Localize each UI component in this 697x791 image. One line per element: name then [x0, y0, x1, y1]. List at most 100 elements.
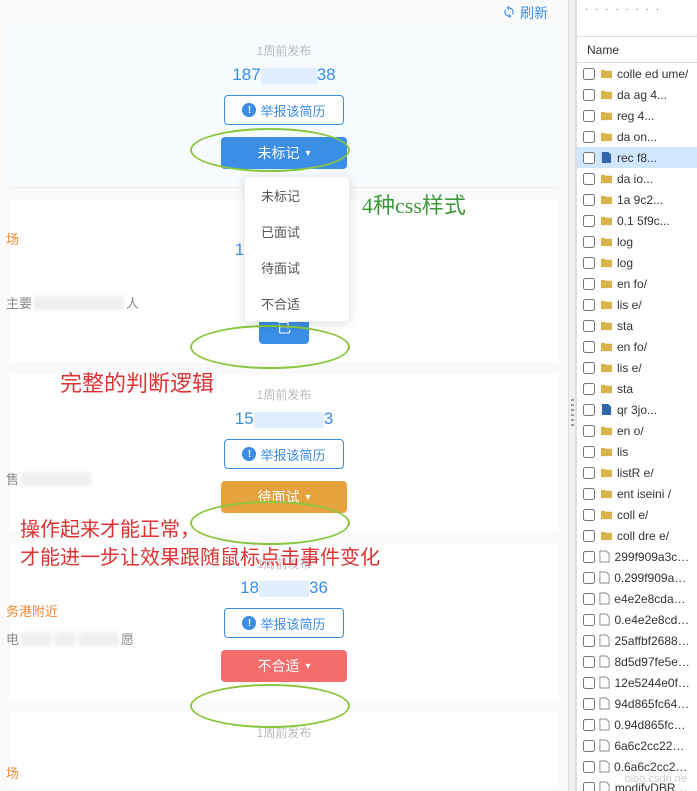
tree-row[interactable]: 25affbf26881b5... — [577, 630, 697, 651]
tree-row[interactable]: colle ed ume/ — [577, 63, 697, 84]
tree-row[interactable]: listR e/ — [577, 462, 697, 483]
tree-row[interactable]: log — [577, 231, 697, 252]
row-checkbox[interactable] — [583, 635, 595, 647]
row-checkbox[interactable] — [583, 194, 595, 206]
row-checkbox[interactable] — [583, 320, 595, 332]
refresh-label: 刷新 — [520, 3, 548, 23]
tree-row[interactable]: 6a6c2cc224761... — [577, 735, 697, 756]
tree-row[interactable]: 0.299f909a3c0e... — [577, 567, 697, 588]
tree-row[interactable]: 1a 9c2... — [577, 189, 697, 210]
folder-icon — [599, 319, 613, 333]
row-checkbox[interactable] — [583, 782, 595, 791]
tree-row[interactable]: sta — [577, 378, 697, 399]
tree-row[interactable]: ent iseini / — [577, 483, 697, 504]
row-checkbox[interactable] — [583, 425, 595, 437]
row-checkbox[interactable] — [583, 299, 595, 311]
tree-row[interactable]: da on... — [577, 126, 697, 147]
row-checkbox[interactable] — [583, 236, 595, 248]
row-checkbox[interactable] — [583, 488, 595, 500]
row-checkbox[interactable] — [583, 68, 595, 80]
resume-card: 1周前发布 18738 !举报该简历 未标记▾ — [10, 26, 558, 188]
row-checkbox[interactable] — [583, 551, 595, 563]
report-button[interactable]: !举报该简历 — [224, 439, 344, 469]
side-text: 场 — [6, 229, 19, 248]
row-checkbox[interactable] — [583, 698, 595, 710]
row-checkbox[interactable] — [583, 215, 595, 227]
file-icon — [599, 760, 610, 774]
tree-row[interactable]: lis e/ — [577, 357, 697, 378]
row-checkbox[interactable] — [583, 656, 595, 668]
row-checkbox[interactable] — [583, 614, 595, 626]
row-checkbox[interactable] — [583, 404, 595, 416]
row-checkbox[interactable] — [583, 572, 595, 584]
tree-row[interactable]: lis e/ — [577, 294, 697, 315]
report-button[interactable]: !举报该简历 — [224, 608, 344, 638]
row-checkbox[interactable] — [583, 383, 595, 395]
pane-divider[interactable] — [568, 0, 576, 791]
row-checkbox[interactable] — [583, 341, 595, 353]
tree-row[interactable]: en fo/ — [577, 273, 697, 294]
tree-row[interactable]: 12e5244e0f5ff6... — [577, 672, 697, 693]
dropdown-item-unfit[interactable]: 不合适 — [245, 285, 349, 321]
status-button-unmarked[interactable]: 未标记▾ — [221, 137, 347, 169]
tree-row[interactable]: lis — [577, 441, 697, 462]
tree-row[interactable]: log — [577, 252, 697, 273]
tree-label: 1a 9c2... — [617, 193, 663, 207]
row-checkbox[interactable] — [583, 677, 595, 689]
phone-number: 1836 — [24, 578, 544, 598]
row-checkbox[interactable] — [583, 446, 595, 458]
tree-row[interactable]: qr 3jo... — [577, 399, 697, 420]
row-checkbox[interactable] — [583, 89, 595, 101]
refresh-button[interactable]: 刷新 — [502, 0, 548, 26]
file-icon — [599, 739, 610, 753]
tree-row[interactable]: 0.e4e2e8cda4e... — [577, 609, 697, 630]
watermark: blog.csdn.ne — [625, 773, 687, 785]
tree-label: da io... — [617, 172, 653, 186]
row-checkbox[interactable] — [583, 131, 595, 143]
row-checkbox[interactable] — [583, 467, 595, 479]
row-checkbox[interactable] — [583, 719, 595, 731]
row-checkbox[interactable] — [583, 362, 595, 374]
tree-row[interactable]: 299f909a3c0e1... — [577, 546, 697, 567]
row-checkbox[interactable] — [583, 173, 595, 185]
row-checkbox[interactable] — [583, 257, 595, 269]
tree-row[interactable]: en fo/ — [577, 336, 697, 357]
tree-row[interactable]: coll e/ — [577, 504, 697, 525]
tree-row[interactable]: da io... — [577, 168, 697, 189]
dropdown-item-interviewed[interactable]: 已面试 — [245, 213, 349, 249]
tree-row[interactable]: en o/ — [577, 420, 697, 441]
tree-row[interactable]: reg 4... — [577, 105, 697, 126]
row-checkbox[interactable] — [583, 593, 595, 605]
tree-row[interactable]: da ag 4... — [577, 84, 697, 105]
tree-label: 0.6a6c2cc22476... — [614, 760, 691, 774]
status-button-pending[interactable]: 待面试▾ — [221, 481, 347, 513]
row-checkbox[interactable] — [583, 278, 595, 290]
dropdown-item-pending[interactable]: 待面试 — [245, 249, 349, 285]
row-checkbox[interactable] — [583, 110, 595, 122]
tree-row[interactable]: e4e2e8cda4ec3... — [577, 588, 697, 609]
publish-time: 1周前发布 — [24, 386, 544, 403]
folder-icon — [599, 109, 613, 123]
row-checkbox[interactable] — [583, 509, 595, 521]
row-checkbox[interactable] — [583, 530, 595, 542]
tree-label: listR e/ — [617, 466, 654, 480]
tree-row[interactable]: 94d865fc64782... — [577, 693, 697, 714]
folder-icon — [599, 193, 613, 207]
tree-row[interactable]: coll dre e/ — [577, 525, 697, 546]
report-button[interactable]: !举报该简历 — [224, 95, 344, 125]
chevron-down-icon: ▾ — [305, 148, 310, 159]
status-button-unfit[interactable]: 不合适▾ — [221, 650, 347, 682]
tree-row[interactable]: 0.94d865fc6478... — [577, 714, 697, 735]
tree-row[interactable]: sta — [577, 315, 697, 336]
tree-row[interactable]: 8d5d97fe5e2ed... — [577, 651, 697, 672]
dropdown-item-unmarked[interactable]: 未标记 — [245, 177, 349, 213]
side-text: 务港附近 — [6, 601, 58, 620]
tree-row[interactable]: rec f8... — [577, 147, 697, 168]
row-checkbox[interactable] — [583, 152, 595, 164]
row-checkbox[interactable] — [583, 761, 595, 773]
column-header-name[interactable]: Name — [577, 37, 697, 63]
row-checkbox[interactable] — [583, 740, 595, 752]
tree-label: 12e5244e0f5ff6... — [615, 676, 692, 690]
folder-icon — [599, 445, 613, 459]
tree-row[interactable]: 0.1 5f9c... — [577, 210, 697, 231]
